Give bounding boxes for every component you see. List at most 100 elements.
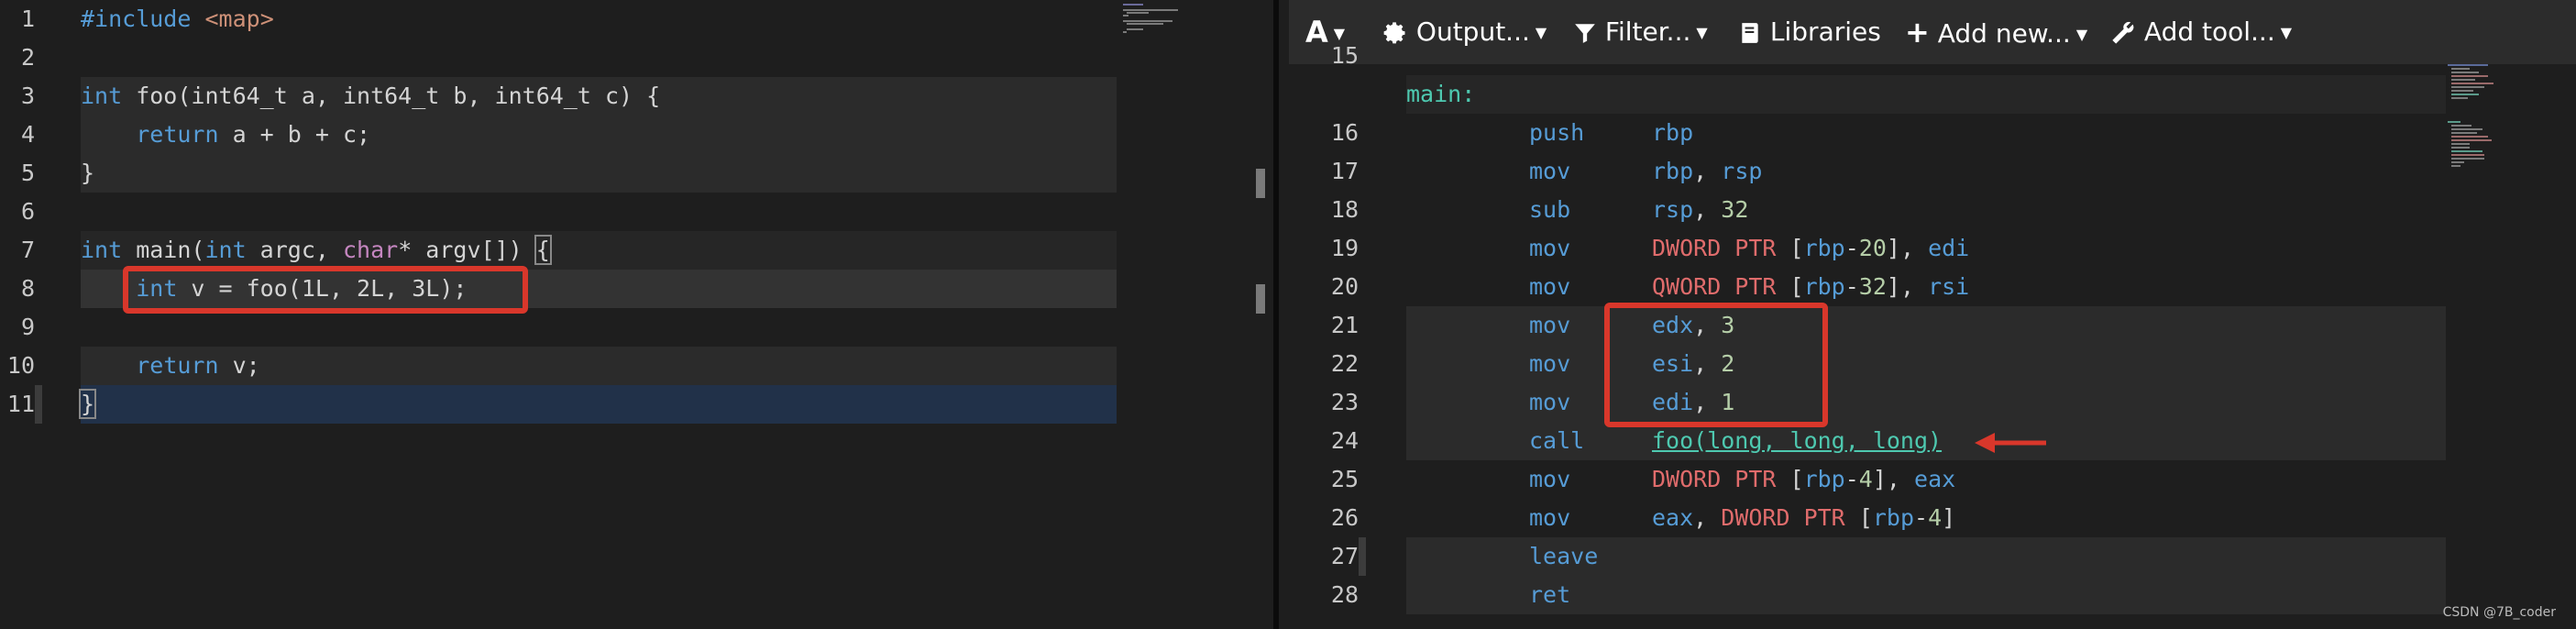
token: char bbox=[342, 237, 399, 263]
highlight-box-args bbox=[1604, 303, 1828, 427]
line-number: 9 bbox=[20, 314, 35, 340]
line-number: 26 bbox=[1330, 504, 1359, 531]
token: int bbox=[81, 83, 123, 109]
code-line-3[interactable]: int foo(int64_t a, int64_t b, int64_t c)… bbox=[81, 77, 660, 116]
asm-mnemonic: mov bbox=[1529, 158, 1571, 184]
filter-icon bbox=[1575, 24, 1595, 43]
wrench-icon bbox=[2112, 21, 2134, 44]
line-number: 20 bbox=[1330, 273, 1359, 300]
line-number: 24 bbox=[1330, 427, 1359, 454]
plus-icon: + bbox=[1905, 15, 1930, 50]
asm-label-main[interactable]: main: bbox=[1406, 75, 1475, 114]
bracket-match: } bbox=[78, 389, 97, 419]
line-number: 11 bbox=[6, 391, 35, 417]
token: <map> bbox=[204, 6, 274, 32]
output-label: Output... bbox=[1415, 17, 1530, 47]
code-line-1[interactable]: #include <map> bbox=[81, 0, 274, 39]
highlight-box-call bbox=[123, 266, 528, 314]
asm-mnemonic: mov bbox=[1529, 273, 1571, 300]
code-line-4[interactable]: return a + b + c; bbox=[81, 116, 370, 154]
code-line-7[interactable]: int main(int argc, char* argv[]) { bbox=[81, 231, 552, 270]
watermark: CSDN @7B_coder bbox=[2442, 605, 2556, 620]
line-number: 22 bbox=[1330, 350, 1359, 377]
line-number: 27 bbox=[1330, 543, 1359, 569]
asm-mnemonic: mov bbox=[1529, 389, 1571, 415]
libraries-button[interactable]: Libraries bbox=[1738, 0, 1881, 64]
libraries-label: Libraries bbox=[1769, 17, 1881, 47]
asm-mnemonic: push bbox=[1529, 119, 1585, 146]
line-number: 4 bbox=[20, 121, 35, 148]
code-line-5[interactable]: } bbox=[81, 154, 94, 193]
output-button[interactable]: Output... ▼ bbox=[1382, 0, 1547, 64]
pane-splitter[interactable] bbox=[1265, 0, 1289, 629]
line-number: 10 bbox=[6, 352, 35, 379]
scrollbar-thumb[interactable] bbox=[1256, 169, 1265, 198]
line-number: 18 bbox=[1330, 196, 1359, 223]
code-line-10[interactable]: return v; bbox=[81, 347, 260, 385]
code-line-11[interactable]: } bbox=[78, 385, 97, 424]
token: int bbox=[81, 237, 123, 263]
gear-icon bbox=[1383, 22, 1405, 44]
asm-operands: QWORD PTR [rbp-32], rsi bbox=[1652, 273, 1970, 300]
asm-mnemonic: leave bbox=[1529, 543, 1599, 569]
asm-operands: rbp bbox=[1652, 119, 1694, 146]
call-target-link[interactable]: foo(long, long, long) bbox=[1652, 427, 1942, 454]
asm-mnemonic: mov bbox=[1529, 312, 1571, 338]
chevron-down-icon: ▼ bbox=[1696, 24, 1708, 41]
line-number: 16 bbox=[1330, 119, 1359, 146]
asm-mnemonic: ret bbox=[1529, 581, 1571, 608]
asm-operands: DWORD PTR [rbp-20], edi bbox=[1652, 235, 1970, 261]
token: return bbox=[136, 352, 219, 379]
line-number: 23 bbox=[1330, 389, 1359, 415]
token: * argv[]) bbox=[398, 237, 536, 263]
chevron-down-icon: ▼ bbox=[2075, 26, 2088, 43]
add-new-label: Add new... bbox=[1937, 18, 2071, 49]
line-number: 5 bbox=[20, 160, 35, 186]
line-number: 1 bbox=[20, 6, 35, 32]
line-number: 17 bbox=[1330, 158, 1359, 184]
bracket-match: { bbox=[534, 235, 552, 265]
token: return bbox=[136, 121, 219, 148]
token: main( bbox=[122, 237, 205, 263]
asm-mnemonic: mov bbox=[1529, 350, 1571, 377]
chevron-down-icon: ▼ bbox=[1535, 24, 1547, 41]
asm-mnemonic: mov bbox=[1529, 466, 1571, 492]
source-editor[interactable]: 1 2 3 4 5 6 7 8 9 10 11 #include <map> i… bbox=[0, 0, 1265, 629]
minimap[interactable] bbox=[2448, 64, 2539, 183]
token: foo(int64_t a, int64_t b, int64_t c) { bbox=[122, 83, 661, 109]
asm-mnemonic: call bbox=[1529, 427, 1585, 454]
token: #include bbox=[81, 6, 192, 32]
line-number: 8 bbox=[20, 275, 35, 302]
gutter-marker bbox=[35, 385, 42, 424]
asm-operands: rsp, 32 bbox=[1652, 196, 1749, 223]
scrollbar-thumb[interactable] bbox=[1256, 284, 1265, 314]
asm-call-target[interactable]: foo(long, long, long) bbox=[1652, 422, 1942, 460]
chevron-down-icon: ▼ bbox=[2280, 24, 2293, 41]
token: int bbox=[204, 237, 247, 263]
asm-mnemonic: sub bbox=[1529, 196, 1571, 223]
line-number: 7 bbox=[20, 237, 35, 263]
book-icon bbox=[1742, 23, 1758, 43]
asm-mnemonic: mov bbox=[1529, 504, 1571, 531]
token: argc, bbox=[246, 237, 343, 263]
add-tool-label: Add tool... bbox=[2143, 17, 2275, 47]
asm-operands: DWORD PTR [rbp-4], eax bbox=[1652, 466, 1956, 492]
line-number: 3 bbox=[20, 83, 35, 109]
line-number: 25 bbox=[1330, 466, 1359, 492]
line-number: 28 bbox=[1330, 581, 1359, 608]
add-new-button[interactable]: + Add new... ▼ bbox=[1905, 0, 2087, 64]
line-highlight-11 bbox=[81, 385, 1117, 424]
line-highlight-5 bbox=[81, 154, 1117, 193]
line-number: 2 bbox=[20, 44, 35, 71]
minimap[interactable] bbox=[1123, 4, 1196, 40]
assembly-pane[interactable]: A ▼ Output... ▼ Filter... ▼ Libraries + Add… bbox=[1289, 0, 2576, 629]
token: a + b + c; bbox=[218, 121, 371, 148]
asm-operands: eax, DWORD PTR [rbp-4] bbox=[1652, 504, 1956, 531]
asm-mnemonic: mov bbox=[1529, 235, 1571, 261]
toolbar: A ▼ Output... ▼ Filter... ▼ Libraries + Add… bbox=[1289, 0, 2576, 64]
arrow-icon bbox=[1975, 433, 2046, 453]
add-tool-button[interactable]: Add tool... ▼ bbox=[2110, 0, 2292, 64]
gutter-marker bbox=[1359, 537, 1366, 576]
token: v; bbox=[218, 352, 260, 379]
filter-button[interactable]: Filter... ▼ bbox=[1573, 0, 1708, 64]
